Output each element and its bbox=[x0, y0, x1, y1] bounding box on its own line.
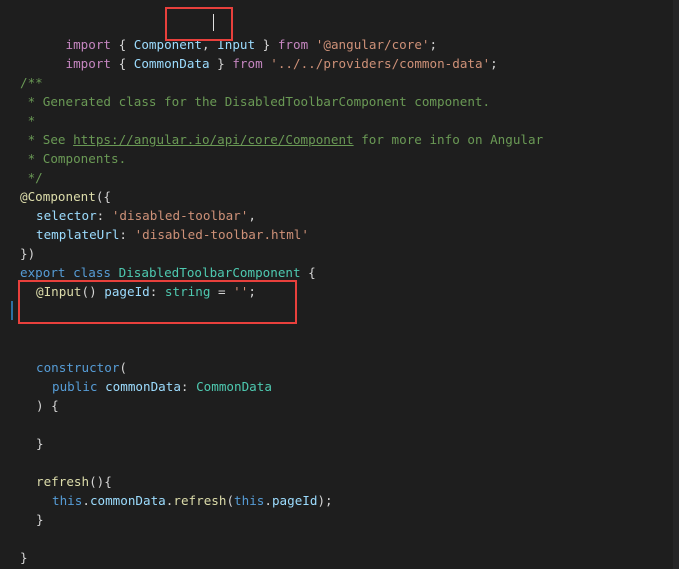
code-line-blank[interactable] bbox=[0, 339, 679, 358]
punctuation: () bbox=[81, 284, 105, 299]
punctuation: { bbox=[300, 265, 316, 280]
selector-string: 'disabled-toolbar' bbox=[111, 208, 249, 223]
code-line-blank[interactable] bbox=[0, 529, 679, 548]
code-line-template-url[interactable]: templateUrl: 'disabled-toolbar.html' bbox=[0, 225, 679, 244]
code-line-comment[interactable]: /** bbox=[0, 73, 679, 92]
keyword-export: export bbox=[20, 265, 66, 280]
method-call-refresh: refresh bbox=[173, 493, 227, 508]
code-line-constructor-close[interactable]: } bbox=[0, 434, 679, 453]
modified-line-gutter-mark bbox=[11, 301, 13, 320]
punctuation: ); bbox=[317, 493, 333, 508]
keyword-this: this bbox=[52, 493, 83, 508]
code-line-blank[interactable] bbox=[0, 415, 679, 434]
editor-scrollbar-track[interactable] bbox=[673, 0, 679, 569]
comment-text: /** bbox=[20, 75, 43, 90]
keyword-public: public bbox=[52, 379, 98, 394]
docs-link[interactable]: https://angular.io/api/core/Component bbox=[73, 132, 354, 147]
code-line-selector[interactable]: selector: 'disabled-toolbar', bbox=[0, 206, 679, 225]
code-line-blank[interactable] bbox=[0, 453, 679, 472]
keyword-this: this bbox=[234, 493, 265, 508]
comment-text: */ bbox=[20, 170, 43, 185]
punctuation: } bbox=[36, 512, 44, 527]
code-line-constructor-param[interactable]: public commonData: CommonData bbox=[0, 377, 679, 396]
punctuation: : bbox=[96, 208, 112, 223]
punctuation: (){ bbox=[89, 474, 112, 489]
punctuation: : bbox=[149, 284, 165, 299]
punctuation: } bbox=[20, 550, 28, 565]
code-line-comment[interactable]: * bbox=[0, 111, 679, 130]
code-line-comment[interactable]: */ bbox=[0, 168, 679, 187]
code-line-blank[interactable] bbox=[0, 301, 679, 320]
code-line-input-member[interactable]: @Input() pageId: string = ''; bbox=[0, 282, 679, 301]
keyword-constructor: constructor bbox=[36, 360, 120, 375]
punctuation: : bbox=[180, 379, 197, 394]
punctuation: , bbox=[248, 208, 256, 223]
punctuation: . bbox=[82, 493, 90, 508]
punctuation: } bbox=[36, 436, 44, 451]
class-name: DisabledToolbarComponent bbox=[118, 265, 301, 280]
comment-text: * bbox=[20, 113, 36, 128]
code-line-import-common-data[interactable]: import { CommonData } from '../../provid… bbox=[0, 35, 679, 71]
punctuation: : bbox=[119, 227, 135, 242]
property-page-id: pageId bbox=[271, 493, 318, 508]
type-common-data: CommonData bbox=[196, 379, 272, 394]
code-line-comment[interactable]: * Components. bbox=[0, 149, 679, 168]
comment-text: * Components. bbox=[20, 151, 127, 166]
code-line-blank[interactable] bbox=[0, 54, 679, 73]
type-string: string bbox=[164, 284, 211, 299]
punctuation: ( bbox=[226, 493, 235, 508]
semicolon: ; bbox=[248, 284, 256, 299]
property-selector: selector bbox=[36, 208, 97, 223]
punctuation: ) { bbox=[36, 398, 59, 413]
property-template-url: templateUrl bbox=[36, 227, 120, 242]
code-line-refresh-call[interactable]: this.commonData.refresh(this.pageId); bbox=[0, 491, 679, 510]
punctuation: = bbox=[210, 284, 234, 299]
method-refresh: refresh bbox=[36, 474, 90, 489]
code-line-refresh-method[interactable]: refresh(){ bbox=[0, 472, 679, 491]
punctuation: }) bbox=[20, 246, 36, 261]
comment-text: for more info on Angular bbox=[353, 132, 544, 147]
property-page-id: pageId bbox=[104, 284, 150, 299]
code-line-import-core[interactable]: import { Component, Input } from '@angul… bbox=[0, 16, 679, 52]
template-url-string: 'disabled-toolbar.html' bbox=[134, 227, 309, 242]
param-common-data: commonData bbox=[105, 379, 181, 394]
code-line-constructor-open[interactable]: ) { bbox=[0, 396, 679, 415]
punctuation: ({ bbox=[95, 189, 111, 204]
code-line-blank[interactable] bbox=[0, 320, 679, 339]
property-common-data: commonData bbox=[89, 493, 166, 508]
code-line-decorator-end[interactable]: }) bbox=[0, 244, 679, 263]
empty-string: '' bbox=[233, 284, 249, 299]
text-cursor bbox=[213, 14, 214, 31]
comment-text: * See bbox=[20, 132, 74, 147]
code-line-refresh-close[interactable]: } bbox=[0, 510, 679, 529]
code-line-class-end[interactable]: } bbox=[0, 548, 679, 567]
punctuation: ( bbox=[119, 360, 127, 375]
punctuation: . bbox=[264, 493, 272, 508]
code-line-constructor[interactable]: constructor( bbox=[0, 358, 679, 377]
decorator-component: @Component bbox=[20, 189, 96, 204]
code-line-decorator[interactable]: @Component({ bbox=[0, 187, 679, 206]
decorator-input: @Input bbox=[36, 284, 82, 299]
comment-text: * Generated class for the DisabledToolba… bbox=[20, 94, 491, 109]
code-line-class-declaration[interactable]: export class DisabledToolbarComponent { bbox=[0, 263, 679, 282]
code-line-comment[interactable]: * Generated class for the DisabledToolba… bbox=[0, 92, 679, 111]
keyword-class: class bbox=[73, 265, 112, 280]
code-line-comment[interactable]: * See https://angular.io/api/core/Compon… bbox=[0, 130, 679, 149]
code-area[interactable]: import { Component, Input } from '@angul… bbox=[0, 16, 679, 567]
code-editor[interactable]: import { Component, Input } from '@angul… bbox=[0, 0, 679, 569]
